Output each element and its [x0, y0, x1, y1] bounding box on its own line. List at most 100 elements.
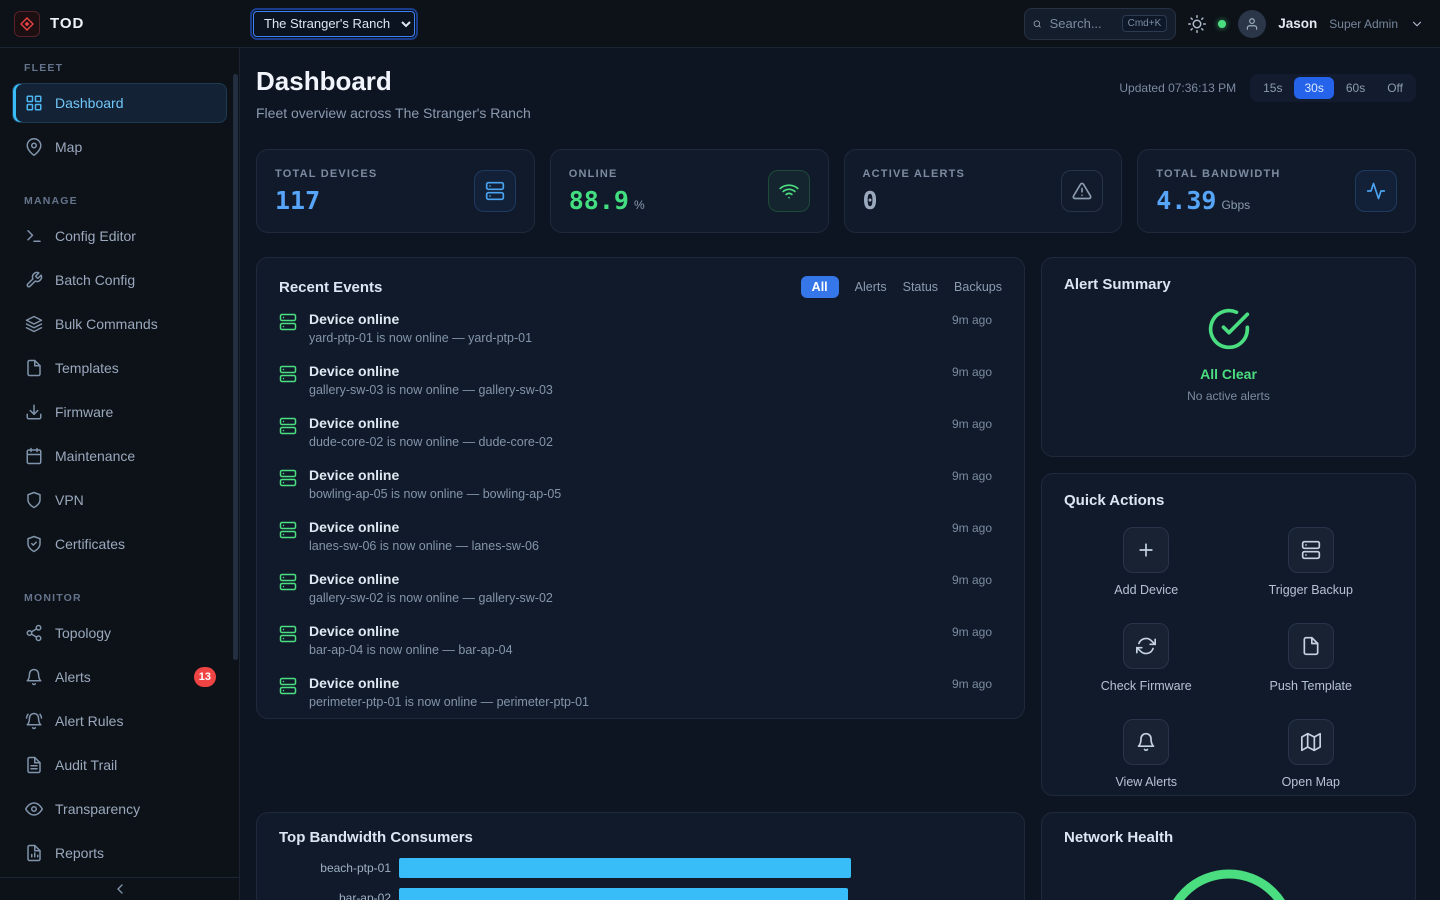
event-row[interactable]: Device online yard-ptp-01 is now online … [279, 302, 992, 354]
events-filter-tab[interactable]: Backups [954, 280, 1002, 294]
quick-action[interactable]: Trigger Backup [1229, 527, 1394, 597]
device-icon [279, 521, 297, 539]
refresh-interval-button[interactable]: 60s [1336, 77, 1375, 99]
user-name: Jason [1278, 16, 1317, 31]
device-icon [279, 573, 297, 591]
event-row[interactable]: Device online bowling-ap-05 is now onlin… [279, 458, 992, 510]
sidebar-item[interactable]: Firmware [12, 392, 227, 432]
page-title: Dashboard [256, 66, 531, 97]
stat-icon [1366, 181, 1386, 201]
event-time: 9m ago [952, 675, 992, 691]
sidebar-item[interactable]: Dashboard [12, 83, 227, 123]
search-icon [1033, 16, 1041, 32]
event-title: Device online [309, 311, 532, 327]
sidebar-item[interactable]: Maintenance [12, 436, 227, 476]
user-menu-chevron-icon[interactable] [1410, 17, 1424, 31]
quick-action[interactable]: Check Firmware [1064, 623, 1229, 693]
sidebar-item[interactable]: Templates [12, 348, 227, 388]
theme-toggle-icon[interactable] [1188, 15, 1206, 33]
event-detail: bowling-ap-05 is now online — bowling-ap… [309, 487, 561, 501]
event-row[interactable]: Device online perimeter-ptp-01 is now on… [279, 666, 992, 710]
quick-action[interactable]: Push Template [1229, 623, 1394, 693]
sidebar-item[interactable]: Certificates [12, 524, 227, 564]
quick-action[interactable]: View Alerts [1064, 719, 1229, 789]
chevron-left-icon [112, 881, 128, 897]
sidebar-item[interactable]: Topology [12, 613, 227, 653]
bandwidth-bar-label: bar-ap-02 [279, 891, 391, 900]
stat-icon [485, 181, 505, 201]
stat-value: 117 [275, 186, 320, 215]
sidebar-item[interactable]: Config Editor [12, 216, 227, 256]
quick-action-icon [1136, 540, 1156, 560]
sidebar-item[interactable]: Map [12, 127, 227, 167]
sidebar-item[interactable]: Reports [12, 833, 227, 873]
quick-action-button[interactable] [1123, 527, 1169, 573]
event-list[interactable]: Device online yard-ptp-01 is now online … [279, 302, 1002, 710]
events-filter-tab[interactable]: All [801, 276, 839, 298]
stat-value: 0 [863, 186, 878, 215]
quick-action-button[interactable] [1123, 719, 1169, 765]
app-logo-icon [14, 11, 40, 37]
quick-action-label: Trigger Backup [1269, 583, 1353, 597]
event-row[interactable]: Device online lanes-sw-06 is now online … [279, 510, 992, 562]
events-filter-tab[interactable]: Alerts [855, 280, 887, 294]
event-row[interactable]: Device online gallery-sw-03 is now onlin… [279, 354, 992, 406]
sidebar-item-icon [25, 403, 43, 421]
sidebar-item-label: Audit Trail [55, 757, 117, 773]
search-input[interactable] [1050, 16, 1114, 31]
sidebar-item[interactable]: Batch Config [12, 260, 227, 300]
event-detail: dude-core-02 is now online — dude-core-0… [309, 435, 553, 449]
events-filter-tab[interactable]: Status [903, 280, 938, 294]
sidebar-collapse-button[interactable] [0, 877, 239, 900]
sidebar-item-icon [25, 712, 43, 730]
page-header: Dashboard Fleet overview across The Stra… [256, 66, 1416, 121]
user-role: Super Admin [1329, 17, 1398, 31]
quick-action-button[interactable] [1288, 623, 1334, 669]
stat-value: 4.39 [1156, 186, 1216, 215]
sidebar-item[interactable]: Alerts 13 [12, 657, 227, 697]
sidebar-item-label: Templates [55, 360, 119, 376]
quick-action-label: View Alerts [1115, 775, 1177, 789]
bandwidth-card: Top Bandwidth Consumers beach-ptp-01 bar… [256, 812, 1025, 900]
sidebar-item-icon [25, 800, 43, 818]
event-row[interactable]: Device online dude-core-02 is now online… [279, 406, 992, 458]
stat-icon [1072, 181, 1092, 201]
refresh-interval-button[interactable]: 30s [1294, 77, 1333, 99]
stat-card: ONLINE 88.9 % [550, 149, 829, 233]
sidebar-item[interactable]: Transparency [12, 789, 227, 829]
sidebar-item-label: Alert Rules [55, 713, 123, 729]
quick-action[interactable]: Open Map [1229, 719, 1394, 789]
sidebar-item-label: Certificates [55, 536, 125, 552]
device-icon [279, 313, 297, 331]
sidebar-item[interactable]: Bulk Commands [12, 304, 227, 344]
event-row[interactable]: Device online bar-ap-04 is now online — … [279, 614, 992, 666]
sidebar: FLEET Dashboard Map MANAGE [0, 48, 240, 900]
sidebar-item[interactable]: Alert Rules [12, 701, 227, 741]
sidebar-item-icon [25, 844, 43, 862]
sidebar-item-label: Firmware [55, 404, 113, 420]
sidebar-item[interactable]: VPN [12, 480, 227, 520]
search-box[interactable]: Cmd+K [1024, 8, 1176, 40]
recent-events-card: Recent Events All Alerts Status Backups [256, 257, 1025, 719]
quick-action-button[interactable] [1123, 623, 1169, 669]
quick-action-icon [1301, 540, 1321, 560]
sidebar-item-icon [25, 624, 43, 642]
quick-actions-title: Quick Actions [1064, 492, 1393, 509]
stat-icon-tile [1061, 170, 1103, 212]
quick-action-button[interactable] [1288, 527, 1334, 573]
brand: TOD [0, 11, 240, 37]
sidebar-item-label: VPN [55, 492, 84, 508]
refresh-interval-button[interactable]: 15s [1253, 77, 1292, 99]
avatar[interactable] [1238, 10, 1266, 38]
bandwidth-bar-row: beach-ptp-01 [279, 858, 1002, 878]
refresh-interval-button[interactable]: Off [1377, 77, 1413, 99]
sidebar-scrollbar-thumb[interactable] [233, 74, 238, 660]
sidebar-section-label-monitor: MONITOR [24, 592, 227, 604]
quick-action-button[interactable] [1288, 719, 1334, 765]
sidebar-item[interactable]: Audit Trail [12, 745, 227, 785]
quick-action-icon [1136, 732, 1156, 752]
site-selector[interactable]: The Stranger's Ranch [253, 11, 415, 37]
event-row[interactable]: Device online gallery-sw-02 is now onlin… [279, 562, 992, 614]
quick-action[interactable]: Add Device [1064, 527, 1229, 597]
alert-summary-title: Alert Summary [1064, 276, 1393, 293]
